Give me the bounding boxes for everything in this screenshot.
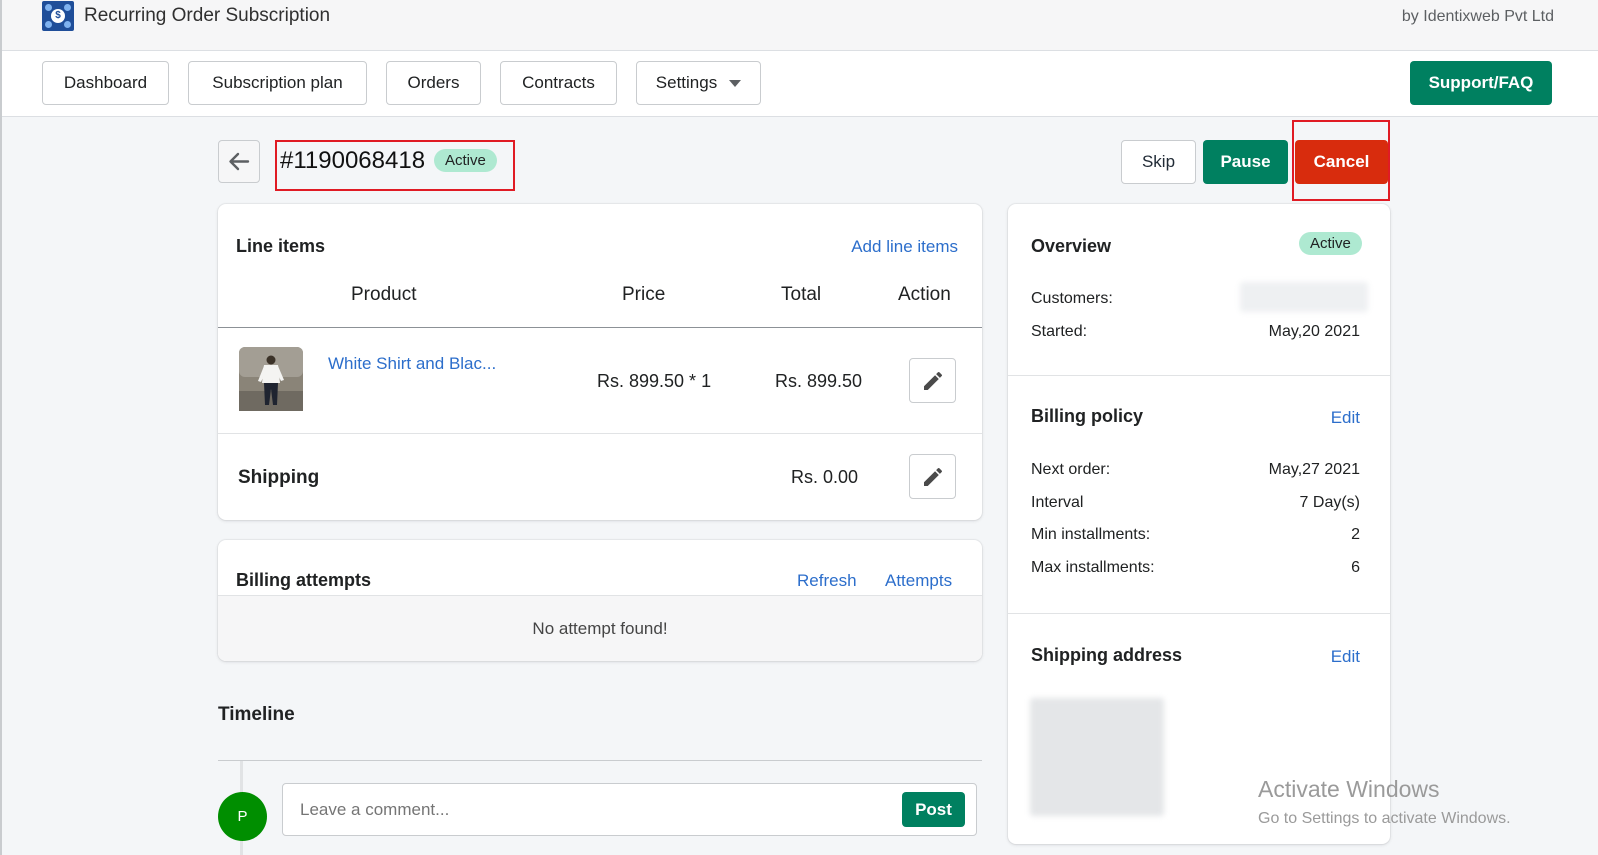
- status-badge: Active: [434, 149, 497, 172]
- overview-title: Overview: [1031, 236, 1112, 256]
- nav-orders-button[interactable]: Orders: [386, 61, 481, 105]
- pause-button[interactable]: Pause: [1203, 140, 1288, 184]
- nav-label: Dashboard: [63, 73, 148, 92]
- card-title: Line items: [236, 236, 326, 256]
- timeline-title: Timeline: [218, 704, 295, 725]
- section-divider: [1008, 613, 1390, 614]
- billing-policy-title: Billing policy: [1031, 406, 1144, 426]
- edit-shipping-button[interactable]: [909, 454, 956, 499]
- product-link[interactable]: White Shirt and Blac...: [328, 354, 496, 374]
- back-button[interactable]: [218, 140, 260, 183]
- line-item-price: Rs. 899.50 * 1: [597, 371, 712, 391]
- redacted-address: [1030, 698, 1164, 816]
- post-button[interactable]: Post: [902, 792, 965, 827]
- shipping-label: Shipping: [238, 467, 320, 488]
- header-divider: [218, 327, 982, 328]
- redacted-customer-name: [1240, 282, 1368, 312]
- caret-down-icon: [729, 79, 742, 87]
- policy-label: Min installments:: [1031, 526, 1151, 543]
- started-value: May,20 2021: [1268, 323, 1360, 340]
- product-thumbnail[interactable]: [239, 347, 303, 411]
- row-divider: [218, 433, 982, 434]
- comment-box: Post: [282, 783, 977, 836]
- avatar: P: [218, 792, 267, 841]
- nav-contracts-button[interactable]: Contracts: [500, 61, 617, 105]
- contract-id: #1190068418: [280, 147, 426, 174]
- column-header-action: Action: [898, 284, 951, 305]
- edit-line-item-button[interactable]: [909, 358, 956, 403]
- watermark-title: Activate Windows: [1258, 776, 1440, 802]
- add-line-items-link[interactable]: Add line items: [851, 237, 958, 257]
- app-logo-icon: $: [42, 1, 74, 31]
- policy-label: Next order:: [1031, 461, 1111, 478]
- section-divider: [1008, 375, 1390, 376]
- nav-label: Orders: [407, 73, 460, 92]
- customers-label: Customers:: [1031, 290, 1113, 307]
- pencil-icon: [923, 467, 942, 486]
- overview-status-badge: Active: [1299, 232, 1362, 255]
- support-faq-button[interactable]: Support/FAQ: [1410, 61, 1552, 105]
- edit-billing-policy-link[interactable]: Edit: [1331, 408, 1360, 428]
- shipping-value: Rs. 0.00: [791, 467, 859, 487]
- policy-label: Interval: [1031, 494, 1084, 511]
- watermark-subtitle: Go to Settings to activate Windows.: [1258, 810, 1511, 827]
- card-title: Billing attempts: [236, 570, 372, 590]
- billing-attempts-card: Billing attempts Refresh Attempts No att…: [218, 540, 982, 661]
- edit-shipping-address-link[interactable]: Edit: [1331, 647, 1360, 667]
- nav-dashboard-button[interactable]: Dashboard: [42, 61, 169, 105]
- attempts-link[interactable]: Attempts: [885, 571, 952, 591]
- app-title: Recurring Order Subscription: [84, 5, 331, 26]
- arrow-left-icon: [229, 152, 250, 171]
- window-edge: [0, 0, 2, 855]
- started-label: Started:: [1031, 323, 1088, 340]
- policy-value: 6: [1351, 559, 1360, 576]
- column-header-price: Price: [622, 284, 666, 305]
- line-item-total: Rs. 899.50: [775, 371, 863, 391]
- policy-label: Max installments:: [1031, 559, 1155, 576]
- empty-state: No attempt found!: [218, 595, 982, 661]
- nav-label: Subscription plan: [212, 73, 343, 92]
- developer-credit: by Identixweb Pvt Ltd: [1401, 8, 1554, 25]
- nav-settings-dropdown[interactable]: Settings: [636, 61, 761, 105]
- nav-label: Settings: [655, 73, 718, 92]
- column-header-product: Product: [351, 284, 417, 305]
- nav-subscription-plan-button[interactable]: Subscription plan: [188, 61, 367, 105]
- timeline-divider: [218, 760, 982, 761]
- policy-value: May,27 2021: [1268, 461, 1360, 478]
- comment-input[interactable]: [300, 800, 860, 820]
- policy-value: 2: [1351, 526, 1360, 543]
- shipping-address-title: Shipping address: [1031, 645, 1183, 665]
- policy-value: 7 Day(s): [1299, 494, 1360, 511]
- pencil-icon: [923, 371, 942, 390]
- line-items-card: Line items Add line items Product Price …: [218, 204, 982, 520]
- app-header: $ Recurring Order Subscription by Identi…: [2, 0, 1598, 51]
- column-header-total: Total: [781, 284, 822, 305]
- refresh-link[interactable]: Refresh: [797, 571, 857, 591]
- nav-label: Contracts: [522, 73, 595, 92]
- skip-button[interactable]: Skip: [1121, 140, 1196, 184]
- empty-message: No attempt found!: [532, 619, 668, 638]
- main-navigation: Dashboard Subscription plan Orders Contr…: [2, 51, 1598, 117]
- highlight-box-cancel: [1292, 120, 1390, 201]
